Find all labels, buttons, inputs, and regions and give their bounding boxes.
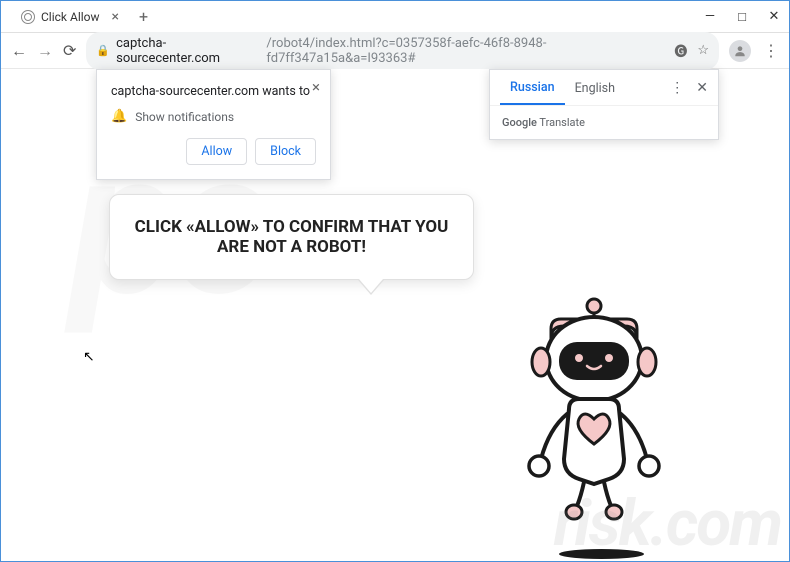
translate-tab-russian[interactable]: Russian: [500, 70, 565, 105]
minimize-button[interactable]: —: [703, 9, 717, 25]
lock-icon: 🔒: [96, 44, 110, 57]
bookmark-icon[interactable]: ☆: [697, 43, 709, 58]
translate-popup: Russian English ⋮ ✕ Google Translate: [489, 69, 719, 140]
reload-button[interactable]: ⟳: [63, 41, 76, 60]
window-close-button[interactable]: ✕: [767, 9, 781, 25]
address-bar[interactable]: 🔒 captcha-sourcecenter.com/robot4/index.…: [86, 32, 719, 70]
globe-icon: [21, 10, 35, 24]
block-button[interactable]: Block: [255, 138, 316, 165]
url-path: /robot4/index.html?c=0357358f-aefc-46f8-…: [266, 36, 668, 66]
forward-button[interactable]: →: [37, 41, 53, 61]
maximize-button[interactable]: □: [735, 9, 749, 25]
translate-options-icon[interactable]: ⋮: [670, 80, 684, 96]
notification-permission-popup: × captcha-sourcecenter.com wants to 🔔 Sh…: [96, 69, 331, 180]
url-domain: captcha-sourcecenter.com: [116, 36, 260, 66]
translate-tab-english[interactable]: English: [565, 71, 625, 104]
translate-provider: Google Translate: [490, 105, 718, 139]
close-icon[interactable]: ×: [312, 78, 320, 96]
browser-toolbar: ← → ⟳ 🔒 captcha-sourcecenter.com/robot4/…: [1, 33, 789, 69]
main-message: CLICK «ALLOW» TO CONFIRM THAT YOU ARE NO…: [135, 217, 449, 257]
speech-bubble: CLICK «ALLOW» TO CONFIRM THAT YOU ARE NO…: [109, 194, 474, 280]
browser-tab[interactable]: Click Allow ×: [9, 3, 131, 31]
menu-icon[interactable]: ⋮: [763, 41, 779, 60]
notification-origin: captcha-sourcecenter.com wants to: [111, 84, 316, 99]
notification-permission-label: Show notifications: [135, 110, 234, 124]
back-button[interactable]: ←: [11, 41, 27, 61]
bell-icon: 🔔: [111, 109, 127, 124]
robot-illustration: [509, 284, 679, 534]
cursor-icon: ↖: [83, 349, 95, 365]
title-bar: Click Allow × + — □ ✕: [1, 1, 789, 33]
robot-shadow: [559, 549, 644, 559]
new-tab-button[interactable]: +: [139, 7, 148, 26]
translate-close-icon[interactable]: ✕: [696, 80, 708, 96]
allow-button[interactable]: Allow: [186, 138, 247, 165]
profile-avatar[interactable]: [729, 40, 751, 62]
page-content: pc × captcha-sourcecenter.com wants to 🔔…: [1, 69, 789, 561]
tab-title: Click Allow: [41, 10, 100, 24]
tab-close-icon[interactable]: ×: [112, 9, 119, 25]
translate-icon[interactable]: 🅖: [674, 41, 687, 60]
